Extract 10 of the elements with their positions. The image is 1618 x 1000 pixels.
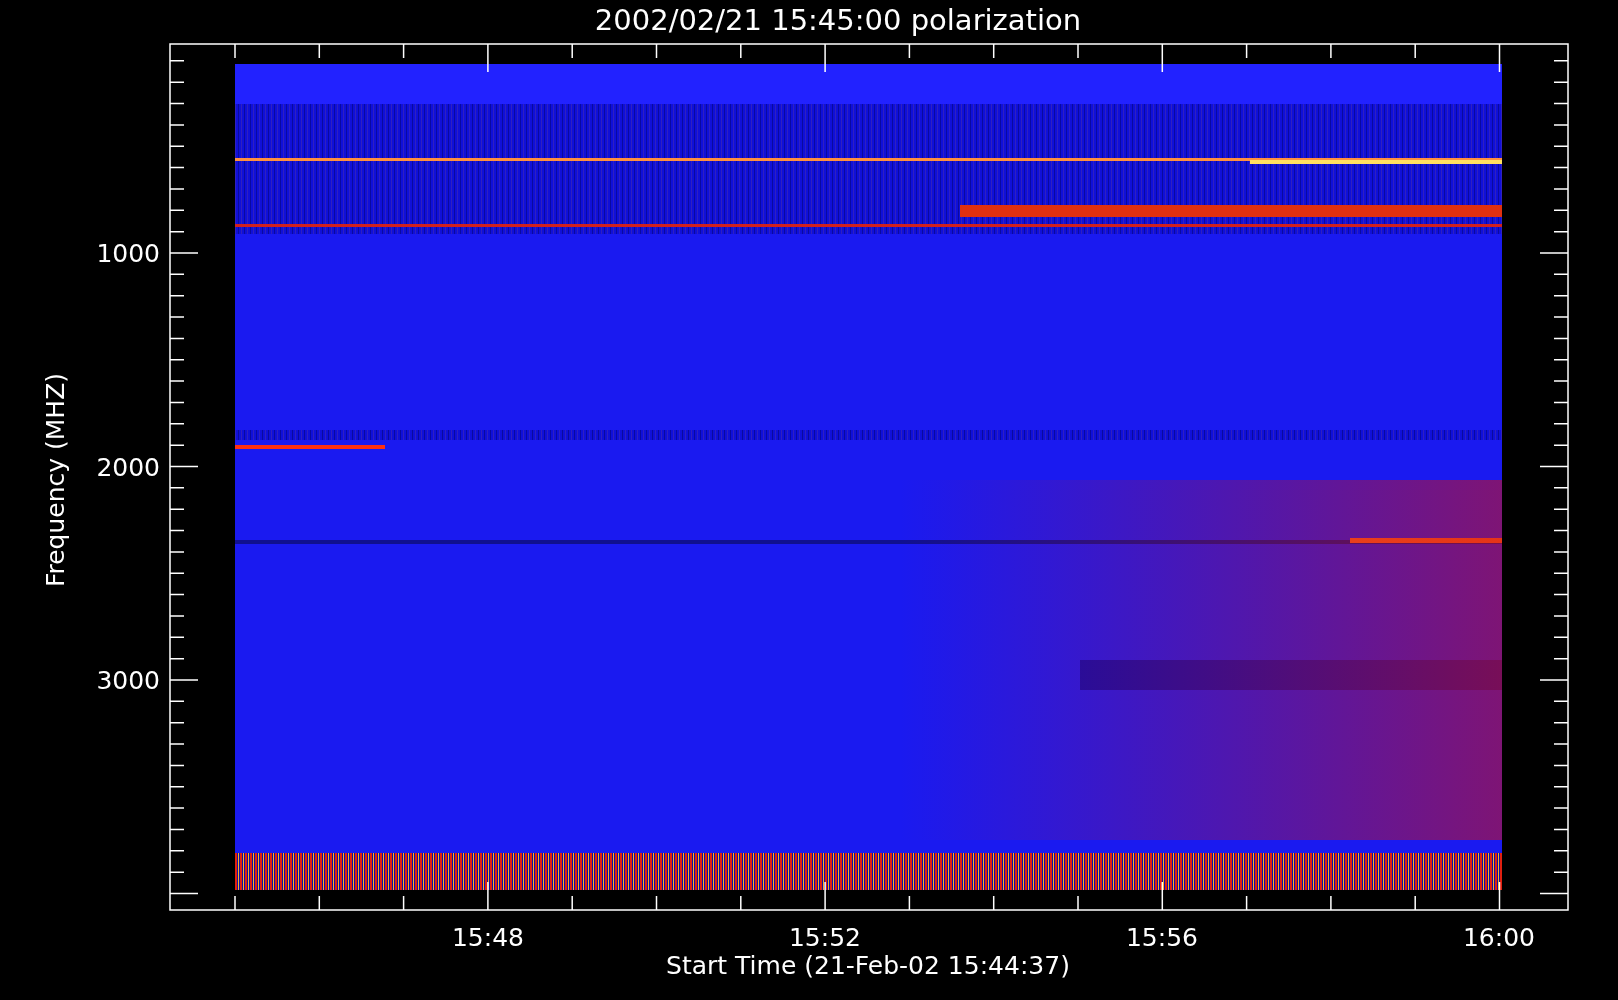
x-tick-label: 16:00	[1463, 923, 1535, 952]
y-tick-label: 1000	[96, 239, 160, 268]
x-axis-label: Start Time (21-Feb-02 15:44:37)	[666, 951, 1070, 980]
x-tick-label: 15:56	[1126, 923, 1198, 952]
chart-title: 2002/02/21 15:45:00 polarization	[594, 3, 1082, 37]
x-tick-label: 15:52	[789, 923, 861, 952]
y-axis-label: Frequency (MHZ)	[41, 372, 70, 588]
x-tick-label: 15:48	[452, 923, 524, 952]
y-tick-label: 2000	[96, 452, 160, 482]
y-tick-label: 3000	[96, 666, 160, 695]
